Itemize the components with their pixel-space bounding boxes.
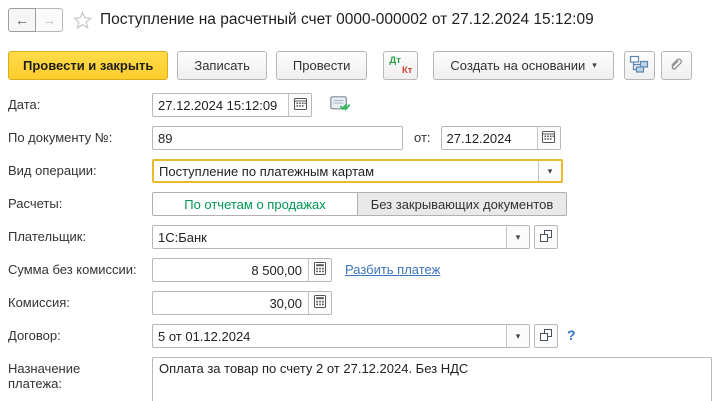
calculator-icon	[314, 295, 326, 311]
contract-label: Договор:	[8, 328, 61, 343]
create-based-on-label: Создать на основании	[450, 57, 586, 73]
history-nav: ← →	[8, 8, 63, 32]
structure-button[interactable]	[623, 50, 655, 80]
favorite-star-icon[interactable]	[73, 10, 92, 30]
payer-label: Плательщик:	[8, 229, 87, 244]
payer-field: ▾	[152, 225, 530, 249]
back-arrow-icon: ←	[15, 12, 29, 28]
date-label: Дата:	[8, 97, 41, 112]
calendar-icon	[542, 130, 556, 146]
payer-open-button[interactable]	[534, 225, 558, 249]
doc-date-input[interactable]	[441, 127, 537, 149]
calculator-icon	[314, 262, 326, 278]
doc-date-from-label: от:	[414, 130, 431, 145]
settlements-row: Расчеты: По отчетам о продажах Без закры…	[8, 192, 714, 216]
post-button[interactable]: Провести	[275, 50, 368, 80]
chevron-down-icon: ▾	[515, 330, 521, 341]
contract-help-link[interactable]: ?	[567, 324, 576, 343]
amount-label: Сумма без комиссии:	[8, 262, 137, 277]
payer-dropdown-button[interactable]: ▾	[506, 226, 529, 248]
operation-type-label: Вид операции:	[8, 163, 97, 178]
chevron-down-icon: ▾	[515, 231, 521, 242]
date-input[interactable]	[153, 94, 288, 116]
amount-input[interactable]	[153, 259, 308, 281]
calendar-button[interactable]	[288, 94, 311, 116]
doc-date-field	[440, 126, 561, 150]
window-header: ← → Поступление на расчетный счет 0000-0…	[0, 0, 722, 34]
doc-number-input[interactable]	[153, 127, 402, 149]
split-payment-link[interactable]: Разбить платеж	[345, 258, 440, 277]
forward-button[interactable]: →	[35, 8, 63, 32]
create-based-on-button[interactable]: Создать на основании ▾	[433, 50, 614, 80]
contract-dropdown-button[interactable]: ▾	[506, 325, 529, 347]
open-value-icon	[540, 328, 552, 344]
calendar-icon	[293, 97, 307, 113]
dtkt-postings-button[interactable]: Дт Кт	[383, 50, 419, 80]
posted-status-icon	[330, 96, 351, 115]
chevron-down-icon: ▾	[547, 165, 553, 176]
date-field	[152, 93, 312, 117]
settlements-option-sales-reports[interactable]: По отчетам о продажах	[152, 192, 358, 216]
settlements-option-no-closing-docs[interactable]: Без закрывающих документов	[357, 192, 567, 216]
commission-row: Комиссия:	[8, 291, 714, 315]
page-title: Поступление на расчетный счет 0000-00000…	[100, 11, 594, 28]
payment-purpose-label: Назначение платежа:	[8, 361, 81, 391]
amount-calculator-button[interactable]	[308, 259, 331, 281]
commission-input[interactable]	[153, 292, 308, 314]
commission-label: Комиссия:	[8, 295, 70, 310]
operation-type-select[interactable]: ▾	[152, 159, 563, 183]
contract-field: ▾	[152, 324, 530, 348]
post-and-close-button[interactable]: Провести и закрыть	[8, 50, 169, 80]
attachments-button[interactable]	[660, 50, 692, 80]
contract-row: Договор: ▾ ?	[8, 324, 714, 348]
operation-dropdown-button[interactable]: ▾	[538, 161, 561, 181]
doc-number-row: По документу №: от:	[8, 126, 714, 150]
operation-type-input[interactable]	[154, 161, 538, 181]
contract-open-button[interactable]	[534, 324, 558, 348]
operation-type-row: Вид операции: ▾	[8, 159, 714, 183]
debit-label: Дт	[389, 54, 401, 66]
doc-number-label: По документу №:	[8, 130, 113, 145]
commission-field	[152, 291, 332, 315]
forward-arrow-icon: →	[42, 12, 56, 28]
doc-calendar-button[interactable]	[536, 127, 560, 149]
back-button[interactable]: ←	[8, 8, 36, 32]
payer-input[interactable]	[153, 226, 506, 248]
contract-input[interactable]	[153, 325, 506, 347]
settlements-label: Расчеты:	[8, 196, 63, 211]
doc-number-field	[152, 126, 403, 150]
open-value-icon	[540, 229, 552, 245]
payer-row: Плательщик: ▾	[8, 225, 714, 249]
amount-field	[152, 258, 332, 282]
document-form: Дата: По документу №: от:	[0, 80, 722, 401]
amount-row: Сумма без комиссии: Разбить платеж	[8, 258, 714, 282]
chevron-down-icon: ▾	[592, 59, 597, 70]
payment-purpose-row: Назначение платежа: Оплата за товар по с…	[8, 357, 714, 401]
toolbar: Провести и закрыть Записать Провести Дт …	[0, 50, 722, 80]
paperclip-icon	[668, 56, 684, 75]
date-row: Дата:	[8, 93, 714, 117]
structure-icon	[629, 55, 649, 76]
commission-calculator-button[interactable]	[308, 292, 331, 314]
credit-label: Кт	[401, 64, 413, 76]
save-button[interactable]: Записать	[177, 50, 267, 80]
payment-purpose-textarea[interactable]: Оплата за товар по счету 2 от 27.12.2024…	[152, 357, 712, 401]
